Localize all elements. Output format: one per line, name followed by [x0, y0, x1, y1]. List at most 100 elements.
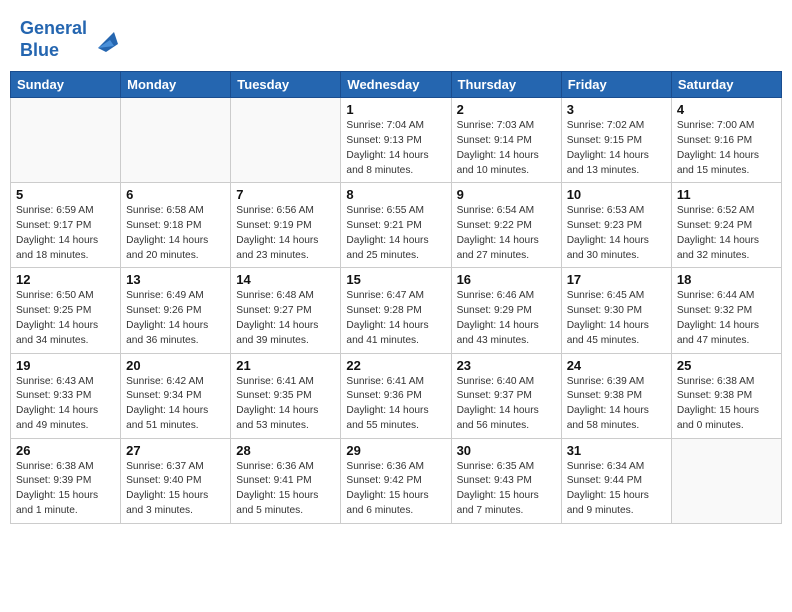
day-number: 10 [567, 187, 666, 202]
weekday-header-row: SundayMondayTuesdayWednesdayThursdayFrid… [11, 72, 782, 98]
day-info: Sunrise: 6:45 AMSunset: 9:30 PMDaylight:… [567, 289, 666, 348]
day-info: Sunrise: 6:55 AMSunset: 9:21 PMDaylight:… [346, 204, 445, 263]
day-number: 13 [126, 272, 225, 287]
day-number: 6 [126, 187, 225, 202]
day-number: 31 [567, 443, 666, 458]
day-info: Sunrise: 6:35 AMSunset: 9:43 PMDaylight:… [457, 460, 556, 519]
day-info: Sunrise: 6:58 AMSunset: 9:18 PMDaylight:… [126, 204, 225, 263]
calendar-cell: 17 Sunrise: 6:45 AMSunset: 9:30 PMDayligh… [561, 268, 671, 353]
day-info: Sunrise: 6:40 AMSunset: 9:37 PMDaylight:… [457, 375, 556, 434]
calendar-cell: 25 Sunrise: 6:38 AMSunset: 9:38 PMDayligh… [671, 353, 781, 438]
day-info: Sunrise: 6:47 AMSunset: 9:28 PMDaylight:… [346, 289, 445, 348]
day-info: Sunrise: 7:00 AMSunset: 9:16 PMDaylight:… [677, 119, 776, 178]
calendar-cell: 9Sunrise: 6:54 AMSunset: 9:22 PMDaylight… [451, 183, 561, 268]
day-info: Sunrise: 6:36 AMSunset: 9:42 PMDaylight:… [346, 460, 445, 519]
logo-text: General Blue [20, 18, 87, 61]
day-info: Sunrise: 6:41 AMSunset: 9:36 PMDaylight:… [346, 375, 445, 434]
weekday-header-sunday: Sunday [11, 72, 121, 98]
page-header: General Blue [10, 10, 782, 65]
calendar-cell: 5 Sunrise: 6:59 AMSunset: 9:17 PMDaylight… [11, 183, 121, 268]
day-info: Sunrise: 6:59 AMSunset: 9:17 PMDaylight:… [16, 204, 115, 263]
calendar-week-3: 12Sunrise: 6:50 AMSunset: 9:25 PMDayligh… [11, 268, 782, 353]
day-info: Sunrise: 6:46 AMSunset: 9:29 PMDaylight:… [457, 289, 556, 348]
logo-icon [90, 24, 122, 56]
day-number: 19 [16, 358, 115, 373]
weekday-header-wednesday: Wednesday [341, 72, 451, 98]
logo: General Blue [20, 18, 122, 61]
calendar-cell: 27Sunrise: 6:37 AMSunset: 9:40 PMDayligh… [121, 438, 231, 523]
day-info: Sunrise: 6:34 AMSunset: 9:44 PMDaylight:… [567, 460, 666, 519]
day-number: 3 [567, 102, 666, 117]
day-info: Sunrise: 6:49 AMSunset: 9:26 PMDaylight:… [126, 289, 225, 348]
calendar-cell: 31 Sunrise: 6:34 AMSunset: 9:44 PMDayligh… [561, 438, 671, 523]
calendar-cell: 11Sunrise: 6:52 AMSunset: 9:24 PMDayligh… [671, 183, 781, 268]
day-info: Sunrise: 6:38 AMSunset: 9:39 PMDaylight:… [16, 460, 115, 519]
calendar-cell: 13 Sunrise: 6:49 AMSunset: 9:26 PMDayligh… [121, 268, 231, 353]
calendar-cell: 28 Sunrise: 6:36 AMSunset: 9:41 PMDayligh… [231, 438, 341, 523]
calendar-table: SundayMondayTuesdayWednesdayThursdayFrid… [10, 71, 782, 524]
day-info: Sunrise: 6:52 AMSunset: 9:24 PMDaylight:… [677, 204, 776, 263]
calendar-week-2: 5 Sunrise: 6:59 AMSunset: 9:17 PMDaylight… [11, 183, 782, 268]
day-number: 21 [236, 358, 335, 373]
calendar-cell [11, 98, 121, 183]
day-number: 15 [346, 272, 445, 287]
weekday-header-friday: Friday [561, 72, 671, 98]
weekday-header-monday: Monday [121, 72, 231, 98]
day-number: 24 [567, 358, 666, 373]
day-info: Sunrise: 6:43 AMSunset: 9:33 PMDaylight:… [16, 375, 115, 434]
day-number: 7 [236, 187, 335, 202]
day-info: Sunrise: 6:36 AMSunset: 9:41 PMDaylight:… [236, 460, 335, 519]
calendar-cell: 8 Sunrise: 6:55 AMSunset: 9:21 PMDaylight… [341, 183, 451, 268]
day-number: 1 [346, 102, 445, 117]
day-number: 16 [457, 272, 556, 287]
day-number: 5 [16, 187, 115, 202]
day-info: Sunrise: 6:37 AMSunset: 9:40 PMDaylight:… [126, 460, 225, 519]
logo-general: General [20, 18, 87, 38]
calendar-cell: 26 Sunrise: 6:38 AMSunset: 9:39 PMDayligh… [11, 438, 121, 523]
calendar-cell: 3 Sunrise: 7:02 AMSunset: 9:15 PMDaylight… [561, 98, 671, 183]
day-info: Sunrise: 7:02 AMSunset: 9:15 PMDaylight:… [567, 119, 666, 178]
calendar-cell: 30 Sunrise: 6:35 AMSunset: 9:43 PMDayligh… [451, 438, 561, 523]
calendar-cell: 14Sunrise: 6:48 AMSunset: 9:27 PMDayligh… [231, 268, 341, 353]
calendar-week-4: 19 Sunrise: 6:43 AMSunset: 9:33 PMDayligh… [11, 353, 782, 438]
calendar-cell: 23 Sunrise: 6:40 AMSunset: 9:37 PMDayligh… [451, 353, 561, 438]
logo-blue: Blue [20, 40, 59, 60]
day-number: 14 [236, 272, 335, 287]
calendar-cell: 2Sunrise: 7:03 AMSunset: 9:14 PMDaylight… [451, 98, 561, 183]
calendar-cell: 19 Sunrise: 6:43 AMSunset: 9:33 PMDayligh… [11, 353, 121, 438]
day-number: 17 [567, 272, 666, 287]
day-number: 30 [457, 443, 556, 458]
calendar-cell: 10 Sunrise: 6:53 AMSunset: 9:23 PMDayligh… [561, 183, 671, 268]
calendar-cell [231, 98, 341, 183]
day-number: 23 [457, 358, 556, 373]
day-info: Sunrise: 7:04 AMSunset: 9:13 PMDaylight:… [346, 119, 445, 178]
calendar-cell: 18 Sunrise: 6:44 AMSunset: 9:32 PMDayligh… [671, 268, 781, 353]
calendar-cell [121, 98, 231, 183]
day-info: Sunrise: 6:50 AMSunset: 9:25 PMDaylight:… [16, 289, 115, 348]
calendar-cell: 7Sunrise: 6:56 AMSunset: 9:19 PMDaylight… [231, 183, 341, 268]
calendar-cell: 15 Sunrise: 6:47 AMSunset: 9:28 PMDayligh… [341, 268, 451, 353]
day-number: 29 [346, 443, 445, 458]
day-info: Sunrise: 6:42 AMSunset: 9:34 PMDaylight:… [126, 375, 225, 434]
day-info: Sunrise: 6:38 AMSunset: 9:38 PMDaylight:… [677, 375, 776, 434]
day-number: 8 [346, 187, 445, 202]
day-number: 18 [677, 272, 776, 287]
day-number: 9 [457, 187, 556, 202]
calendar-cell: 12Sunrise: 6:50 AMSunset: 9:25 PMDayligh… [11, 268, 121, 353]
day-number: 26 [16, 443, 115, 458]
day-number: 25 [677, 358, 776, 373]
day-info: Sunrise: 6:41 AMSunset: 9:35 PMDaylight:… [236, 375, 335, 434]
day-info: Sunrise: 6:53 AMSunset: 9:23 PMDaylight:… [567, 204, 666, 263]
calendar-cell: 20Sunrise: 6:42 AMSunset: 9:34 PMDayligh… [121, 353, 231, 438]
day-info: Sunrise: 6:44 AMSunset: 9:32 PMDaylight:… [677, 289, 776, 348]
calendar-cell: 4 Sunrise: 7:00 AMSunset: 9:16 PMDaylight… [671, 98, 781, 183]
calendar-cell: 1 Sunrise: 7:04 AMSunset: 9:13 PMDaylight… [341, 98, 451, 183]
day-number: 22 [346, 358, 445, 373]
calendar-week-1: 1 Sunrise: 7:04 AMSunset: 9:13 PMDaylight… [11, 98, 782, 183]
calendar-cell: 22 Sunrise: 6:41 AMSunset: 9:36 PMDayligh… [341, 353, 451, 438]
calendar-week-5: 26 Sunrise: 6:38 AMSunset: 9:39 PMDayligh… [11, 438, 782, 523]
day-number: 28 [236, 443, 335, 458]
day-number: 4 [677, 102, 776, 117]
calendar-cell: 29 Sunrise: 6:36 AMSunset: 9:42 PMDayligh… [341, 438, 451, 523]
day-info: Sunrise: 6:39 AMSunset: 9:38 PMDaylight:… [567, 375, 666, 434]
